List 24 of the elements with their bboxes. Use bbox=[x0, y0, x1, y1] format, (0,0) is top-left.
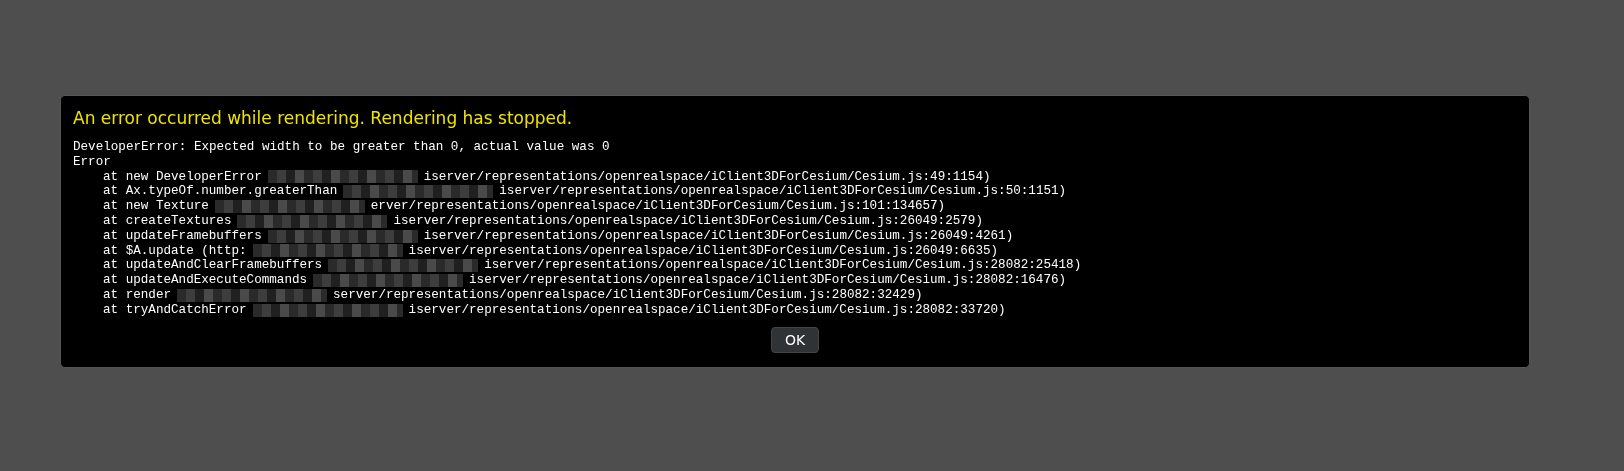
stack-call: at new Texture bbox=[103, 199, 209, 214]
stack-call: at createTextures bbox=[103, 214, 232, 229]
stack-location: erver/representations/openrealspace/iClient3DForCesium/Cesium.js:101:134657) bbox=[370, 199, 946, 214]
stack-call: at updateFramebuffers bbox=[103, 228, 262, 244]
ok-button[interactable]: OK bbox=[770, 326, 820, 353]
stack-location: iserver/representations/openrealspace/iClient3DForCesium/Cesium.js:49:1154) bbox=[423, 169, 991, 185]
stack-location: server/representations/openrealspace/iClient3DForCesium/Cesium.js:28082:32429) bbox=[333, 287, 923, 303]
error-message: DeveloperError: Expected width to be greater than 0, actual value was 0 bbox=[73, 140, 611, 155]
stack-location: iserver/representations/openrealspace/iClient3DForCesium/Cesium.js:26049:2579) bbox=[393, 214, 983, 229]
stack-call: at updateAndClearFramebuffers bbox=[103, 258, 323, 274]
dialog-title: An error occurred while rendering. Rendering has stopped. bbox=[73, 108, 573, 128]
stack-call: at Ax.typeOf.number.greaterThan bbox=[103, 184, 338, 200]
stack-location: iserver/representations/openrealspace/iClient3DForCesium/Cesium.js:28082:16476) bbox=[469, 273, 1067, 288]
stack-call: at render bbox=[103, 287, 172, 303]
stack-call: at tryAndCatchError bbox=[103, 302, 247, 318]
stack-call: at updateAndExecuteCommands bbox=[103, 273, 308, 288]
stack-location: iserver/representations/openrealspace/iClient3DForCesium/Cesium.js:50:1151) bbox=[499, 184, 1067, 200]
stack-call: at $A.update (http: bbox=[103, 243, 247, 259]
error-label: Error bbox=[73, 154, 112, 170]
stack-location: iserver/representations/openrealspace/iClient3DForCesium/Cesium.js:26049:4261) bbox=[423, 228, 1014, 244]
stack-location: iserver/representations/openrealspace/iClient3DForCesium/Cesium.js:28082:33720) bbox=[408, 302, 1006, 318]
stack-location: iserver/representations/openrealspace/iClient3DForCesium/Cesium.js:28082:25418) bbox=[484, 258, 1082, 274]
stack-location: iserver/representations/openrealspace/iClient3DForCesium/Cesium.js:26049:6635) bbox=[408, 243, 999, 259]
stack-call: at new DeveloperError bbox=[103, 169, 262, 185]
